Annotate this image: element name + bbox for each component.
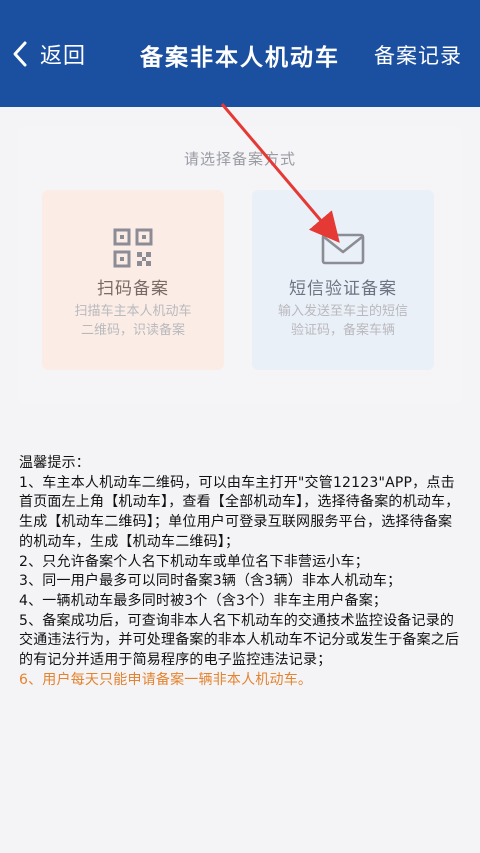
scan-option-description: 扫描车主本人机动车 二维码，识读备案 bbox=[74, 304, 192, 338]
tips-section: 温馨提示： 1、车主本人机动车二维码，可以由车主打开"交管12123"APP，点… bbox=[19, 454, 465, 690]
back-button[interactable]: 返回 bbox=[10, 38, 86, 70]
tip-item-2: 2、只允许备案个人名下机动车或单位名下非营运小车； bbox=[19, 553, 369, 570]
tip-item-3: 3、同一用户最多可以同时备案3辆（含3辆）非本人机动车； bbox=[19, 573, 402, 590]
scan-option-title: 扫码备案 bbox=[97, 279, 169, 299]
sms-option-description: 输入发送至车主的短信 验证码，备案车辆 bbox=[277, 304, 408, 338]
chevron-left-icon bbox=[13, 41, 27, 67]
filing-records-link[interactable]: 备案记录 bbox=[374, 40, 462, 70]
scan-qr-filing-option[interactable]: 扫码备案 扫描车主本人机动车 二维码，识读备案 bbox=[42, 190, 224, 370]
sms-verification-filing-option[interactable]: 短信验证备案 输入发送至车主的短信 验证码，备案车辆 bbox=[252, 190, 434, 370]
back-label: 返回 bbox=[40, 44, 87, 69]
tip-item-5: 5、备案成功后，可查询非本人名下机动车的交通技术监控设备记录的交通违法行为，并可… bbox=[19, 612, 460, 669]
tip-item-1: 1、车主本人机动车二维码，可以由车主打开"交管12123"APP，点击首页面左上… bbox=[19, 474, 460, 550]
card-heading: 请选择备案方式 bbox=[183, 150, 296, 168]
envelope-icon bbox=[321, 233, 365, 265]
tip-item-6-warning: 6、用户每天只能申请备案一辆非本人机动车。 bbox=[19, 671, 313, 688]
qr-code-icon bbox=[113, 228, 153, 268]
tips-heading: 温馨提示： bbox=[19, 455, 90, 471]
top-navbar: 返回 备案非本人机动车 备案记录 bbox=[0, 0, 480, 107]
filing-method-card: 请选择备案方式 扫码备案 扫描车主本人机动车 二维码，识读备案 短信验证备案 输… bbox=[18, 126, 462, 404]
sms-option-title: 短信验证备案 bbox=[289, 279, 397, 299]
tip-item-4: 4、一辆机动车最多同时被3个（含3个）非车主用户备案； bbox=[19, 592, 388, 609]
